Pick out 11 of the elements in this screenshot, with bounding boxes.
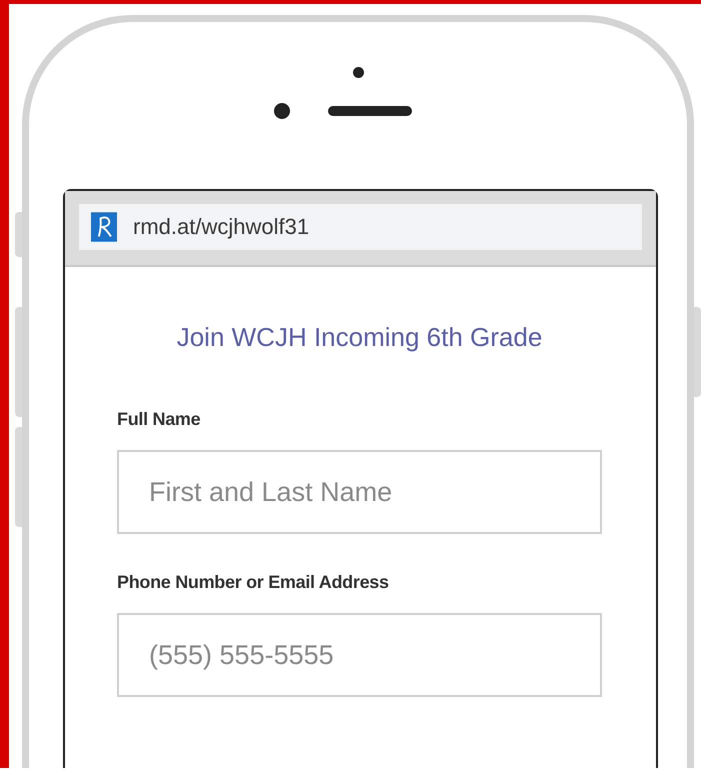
sensor-icon xyxy=(274,103,290,119)
form-title: Join WCJH Incoming 6th Grade xyxy=(176,322,544,353)
field-label: Phone Number or Email Address xyxy=(117,572,390,593)
input-field[interactable]: (555) 555-5555 xyxy=(117,613,602,697)
site-logo-icon xyxy=(91,212,117,242)
speaker-icon xyxy=(328,106,412,116)
url-text: rmd.at/wcjhwolf31 xyxy=(133,214,310,240)
address-bar[interactable]: rmd.at/wcjhwolf31 xyxy=(79,204,642,250)
field-label: Full Name xyxy=(117,409,202,430)
input-field[interactable]: First and Last Name xyxy=(117,450,602,534)
camera-icon xyxy=(352,67,364,78)
